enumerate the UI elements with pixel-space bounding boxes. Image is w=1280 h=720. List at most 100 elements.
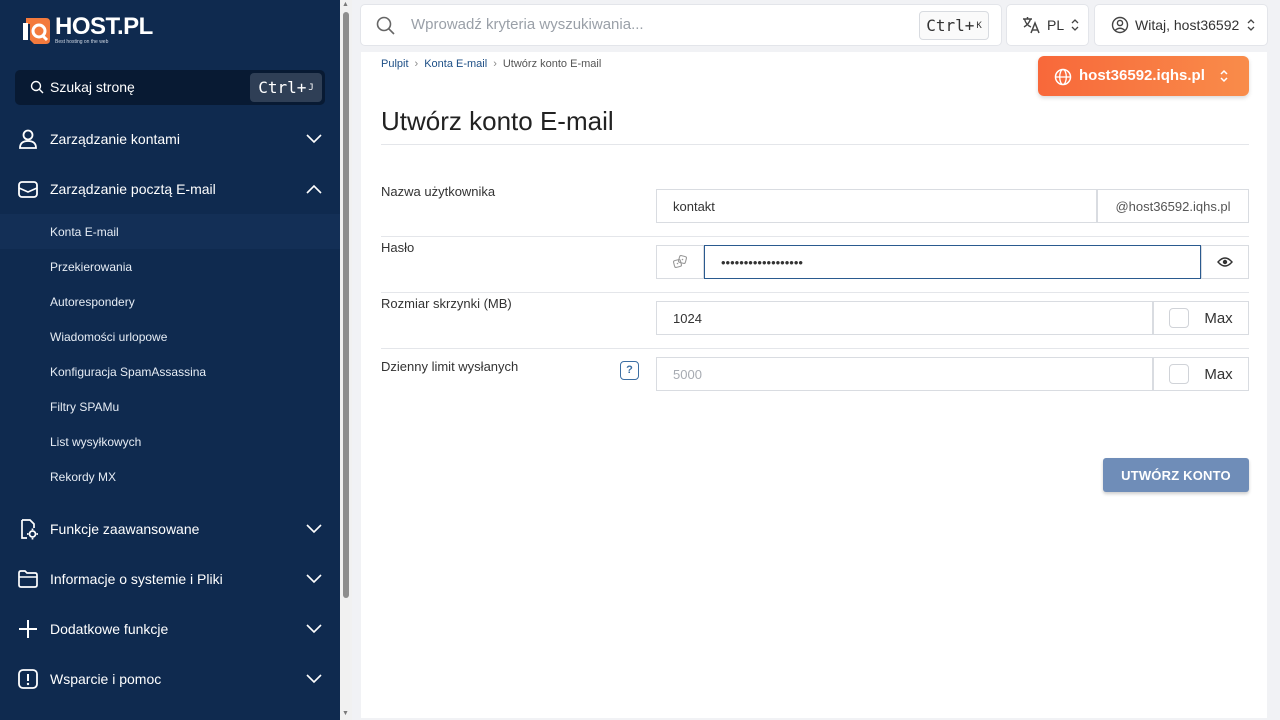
language-selector[interactable]: PL <box>1007 5 1088 45</box>
create-account-button[interactable]: UTWÓRZ KONTO <box>1103 458 1249 492</box>
sidebar-section-support[interactable]: Wsparcie i pomoc <box>0 654 340 704</box>
chevron-right-icon: › <box>414 58 419 70</box>
sidebar-item-label: List wysyłkowych <box>50 434 142 449</box>
breadcrumb: Pulpit › Konta E-mail › Utwórz konto E-m… <box>381 58 601 70</box>
username-field[interactable]: kontakt <box>656 189 1097 223</box>
mailbox-size-max-checkbox[interactable] <box>1169 308 1190 328</box>
search-icon <box>30 80 44 94</box>
search-icon <box>376 16 395 35</box>
global-search-placeholder: Wprowadź kryteria wyszukiwania... <box>411 16 644 33</box>
breadcrumb-link-email-accounts[interactable]: Konta E-mail <box>424 58 487 70</box>
sidebar-item-label: Konta E-mail <box>50 224 119 239</box>
form-row-username: Nazwa użytkownika kontakt @host36592.iqh… <box>381 181 1249 237</box>
shortcut-prefix: Ctrl+ <box>926 16 975 35</box>
chevron-up-icon <box>306 184 322 194</box>
sidebar-section-label: Dodatkowe funkcje <box>50 621 169 637</box>
sidebar-item-label: Filtry SPAMu <box>50 399 120 414</box>
logo-tagline: Best hosting on the web <box>55 39 109 45</box>
sidebar-item-vacation-messages[interactable]: Wiadomości urlopowe <box>0 319 340 354</box>
mailbox-size-label: Rozmiar skrzynki (MB) <box>381 296 512 311</box>
shortcut-key: K <box>976 20 982 31</box>
exclamation-icon <box>18 669 38 689</box>
daily-limit-max-toggle[interactable]: Max <box>1153 357 1249 391</box>
advanced-settings-icon <box>21 519 38 540</box>
form-row-password: Hasło •••••••••••••••••• <box>381 237 1249 293</box>
logo-name: HOST.PL <box>55 13 153 40</box>
username-domain-suffix: @host36592.iqhs.pl <box>1097 189 1249 223</box>
user-menu[interactable]: Witaj, host36592 <box>1095 5 1267 45</box>
shortcut-key: J <box>308 82 314 93</box>
chevron-updown-icon <box>1071 19 1079 31</box>
daily-limit-field[interactable]: 5000 <box>656 357 1153 391</box>
global-search[interactable]: Wprowadź kryteria wyszukiwania... Ctrl+ K <box>361 5 1001 45</box>
sidebar-section-advanced[interactable]: Funkcje zaawansowane <box>0 504 340 554</box>
mailbox-size-max-toggle[interactable]: Max <box>1153 301 1249 335</box>
sidebar-section-email[interactable]: Zarządzanie pocztą E-mail <box>0 164 340 214</box>
sidebar-item-forwarders[interactable]: Przekierowania <box>0 249 340 284</box>
sidebar-section-label: Zarządzanie kontami <box>50 131 180 147</box>
translate-icon <box>1023 17 1040 34</box>
sidebar-section-label: Funkcje zaawansowane <box>50 521 200 537</box>
user-circle-icon <box>1111 16 1129 34</box>
sidebar-item-email-accounts[interactable]: Konta E-mail <box>0 214 340 249</box>
chevron-down-icon <box>306 134 322 144</box>
sidebar-search[interactable]: Szukaj stronę Ctrl+ J <box>15 70 325 105</box>
chevron-down-icon <box>306 624 322 634</box>
chevron-updown-icon <box>1220 69 1228 83</box>
mailbox-size-max-label: Max <box>1204 309 1233 327</box>
sidebar-section-accounts[interactable]: Zarządzanie kontami <box>0 114 340 164</box>
sidebar-search-shortcut: Ctrl+ J <box>250 73 322 102</box>
breadcrumb-link-dashboard[interactable]: Pulpit <box>381 58 409 70</box>
sidebar-item-mailing-lists[interactable]: List wysyłkowych <box>0 424 340 459</box>
logo-mark-icon <box>23 18 50 44</box>
divider <box>381 144 1249 145</box>
password-label: Hasło <box>381 240 415 255</box>
sidebar-item-label: Konfiguracja SpamAssassina <box>50 364 207 379</box>
mailbox-size-field[interactable]: 1024 <box>656 301 1153 335</box>
user-icon <box>19 129 37 149</box>
sidebar-section-system-info[interactable]: Informacje o systemie i Pliki <box>0 554 340 604</box>
chevron-right-icon: › <box>493 58 497 70</box>
sidebar-item-spamassassin[interactable]: Konfiguracja SpamAssassina <box>0 354 340 389</box>
generate-password-button[interactable] <box>656 245 704 279</box>
global-search-shortcut: Ctrl+ K <box>919 11 989 40</box>
language-current: PL <box>1047 17 1065 33</box>
daily-limit-label: Dzienny limit wysłanych <box>381 359 519 374</box>
domain-selector-label: host36592.iqhs.pl <box>1079 67 1205 84</box>
sidebar-item-label: Rekordy MX <box>50 469 117 484</box>
sidebar-scrollbar-thumb[interactable] <box>343 12 349 598</box>
logo[interactable]: HOST.PL Best hosting on the web <box>20 10 153 50</box>
scroll-down-arrow-icon[interactable]: ▼ <box>342 710 349 717</box>
form-row-mailbox-size: Rozmiar skrzynki (MB) 1024 Max <box>381 293 1249 349</box>
folder-icon <box>18 570 38 588</box>
globe-icon <box>1054 68 1072 86</box>
password-field[interactable]: •••••••••••••••••• <box>704 245 1201 279</box>
sidebar-section-label: Wsparcie i pomoc <box>50 671 162 687</box>
chevron-down-icon <box>306 524 322 534</box>
sidebar-section-label: Zarządzanie pocztą E-mail <box>50 181 216 197</box>
sidebar-section-label: Informacje o systemie i Pliki <box>50 571 223 587</box>
sidebar-item-spam-filters[interactable]: Filtry SPAMu <box>0 389 340 424</box>
chevron-down-icon <box>306 674 322 684</box>
scroll-up-arrow-icon[interactable]: ▲ <box>342 1 349 8</box>
username-label: Nazwa użytkownika <box>381 184 496 199</box>
daily-limit-max-checkbox[interactable] <box>1169 364 1190 384</box>
dice-icon <box>673 255 687 268</box>
help-icon[interactable]: ? <box>620 361 639 380</box>
sidebar: HOST.PL Best hosting on the web Szukaj s… <box>0 0 340 720</box>
sidebar-item-label: Wiadomości urlopowe <box>50 329 168 344</box>
daily-limit-max-label: Max <box>1204 365 1233 383</box>
breadcrumb-current: Utwórz konto E-mail <box>502 58 602 70</box>
shortcut-prefix: Ctrl+ <box>258 78 307 97</box>
form-row-daily-limit: Dzienny limit wysłanych ? 5000 Max <box>381 349 1249 405</box>
sidebar-item-label: Przekierowania <box>50 259 133 274</box>
envelope-icon <box>18 181 38 198</box>
show-password-button[interactable] <box>1201 245 1249 279</box>
domain-selector[interactable]: host36592.iqhs.pl <box>1038 56 1249 96</box>
sidebar-section-extra-features[interactable]: Dodatkowe funkcje <box>0 604 340 654</box>
chevron-down-icon <box>306 574 322 584</box>
main-card: Pulpit › Konta E-mail › Utwórz konto E-m… <box>361 52 1267 718</box>
chevron-updown-icon <box>1247 19 1255 31</box>
sidebar-item-autoresponders[interactable]: Autorespondery <box>0 284 340 319</box>
sidebar-item-mx-records[interactable]: Rekordy MX <box>0 459 340 494</box>
